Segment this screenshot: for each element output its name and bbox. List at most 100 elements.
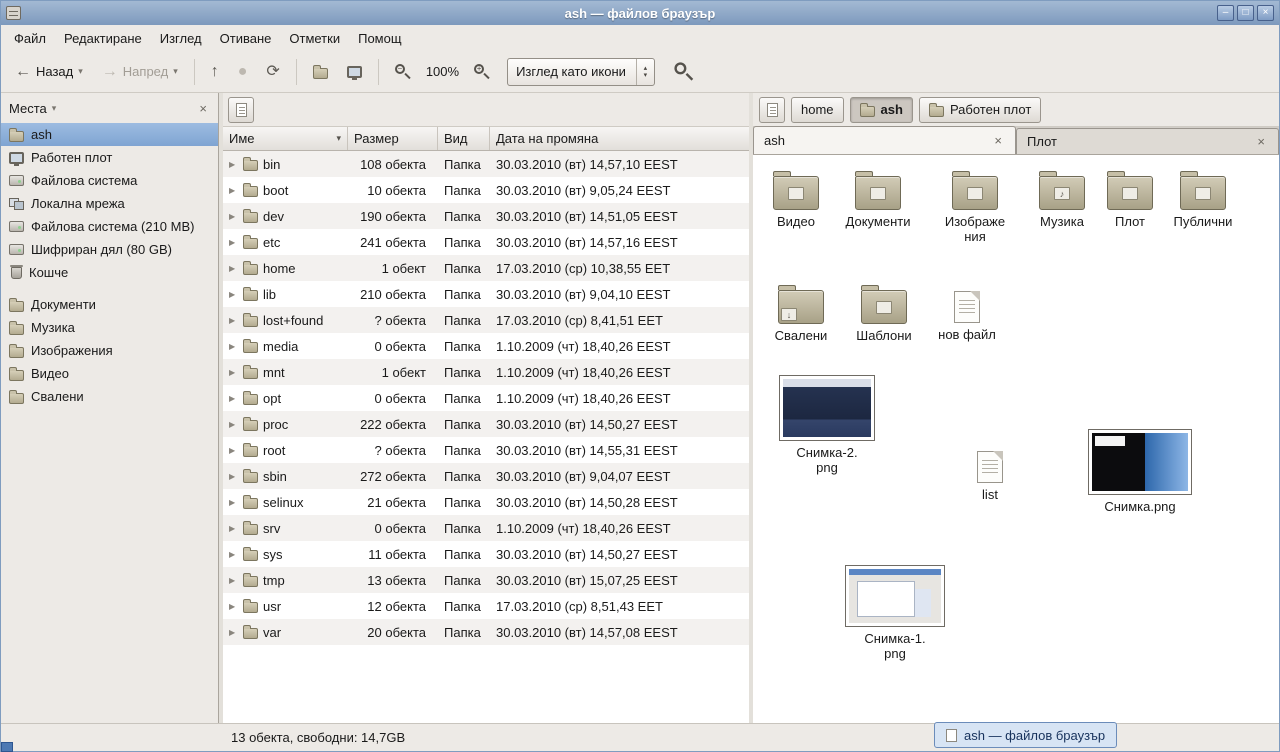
expander-icon[interactable]: ▶ <box>229 394 238 403</box>
expander-icon[interactable]: ▶ <box>229 212 238 221</box>
menu-view[interactable]: Изглед <box>151 28 211 49</box>
close-button[interactable]: × <box>1257 5 1274 21</box>
table-row-root[interactable]: ▶root ? обекта Папка 30.03.2010 (вт) 14,… <box>223 437 749 463</box>
table-row-sbin[interactable]: ▶sbin 272 обекта Папка 30.03.2010 (вт) 9… <box>223 463 749 489</box>
back-button[interactable]: ← Назад ▾ <box>7 56 91 88</box>
view-mode-select[interactable]: Изглед като икони ▴▾ <box>507 58 655 86</box>
sidebar-item-desktop[interactable]: Работен плот <box>1 146 218 169</box>
expander-icon[interactable]: ▶ <box>229 550 238 559</box>
table-row-selinux[interactable]: ▶selinux 21 обекта Папка 30.03.2010 (вт)… <box>223 489 749 515</box>
location-toggle-button[interactable] <box>228 97 254 123</box>
sidebar-item-documents[interactable]: Документи <box>1 293 218 316</box>
sidebar-title[interactable]: Места <box>9 101 47 116</box>
column-header-size[interactable]: Размер <box>348 127 438 150</box>
minimize-button[interactable]: – <box>1217 5 1234 21</box>
sidebar-item-trash[interactable]: Кошче <box>1 261 218 284</box>
sidebar-item-filesystem-210mb[interactable]: Файлова система (210 MB) <box>1 215 218 238</box>
sidebar-close-icon[interactable]: × <box>196 101 210 116</box>
up-button[interactable]: ↑ <box>203 56 227 88</box>
expander-icon[interactable]: ▶ <box>229 628 238 637</box>
table-row-etc[interactable]: ▶etc 241 обекта Папка 30.03.2010 (вт) 14… <box>223 229 749 255</box>
breadcrumb-home[interactable]: home <box>791 97 844 123</box>
menu-edit[interactable]: Редактиране <box>55 28 151 49</box>
tab-close-icon[interactable]: × <box>1254 134 1268 149</box>
expander-icon[interactable]: ▶ <box>229 342 238 351</box>
file-snimka-1[interactable]: Снимка-1.png <box>844 565 946 661</box>
expander-icon[interactable]: ▶ <box>229 420 238 429</box>
expander-icon[interactable]: ▶ <box>229 498 238 507</box>
file-snimka-2[interactable]: Снимка-2.png <box>777 375 877 475</box>
sidebar-item-pictures[interactable]: Изображения <box>1 339 218 362</box>
table-row-mnt[interactable]: ▶mnt 1 обект Папка 1.10.2009 (чт) 18,40,… <box>223 359 749 385</box>
folder-video[interactable]: Видео <box>753 169 839 229</box>
sidebar-dropdown-icon[interactable]: ▾ <box>52 103 57 114</box>
menu-file[interactable]: Файл <box>5 28 55 49</box>
table-row-sys[interactable]: ▶sys 11 обекта Папка 30.03.2010 (вт) 14,… <box>223 541 749 567</box>
table-row-tmp[interactable]: ▶tmp 13 обекта Папка 30.03.2010 (вт) 15,… <box>223 567 749 593</box>
file-snimka[interactable]: Снимка.png <box>1087 429 1193 514</box>
folder-documents[interactable]: Документи <box>835 169 921 229</box>
table-row-lib[interactable]: ▶lib 210 обекта Папка 30.03.2010 (вт) 9,… <box>223 281 749 307</box>
expander-icon[interactable]: ▶ <box>229 186 238 195</box>
tab-ash[interactable]: ash × <box>753 126 1016 154</box>
expander-icon[interactable]: ▶ <box>229 576 238 585</box>
zoom-in-button[interactable]: + <box>466 56 498 88</box>
folder-downloads[interactable]: ↓ Свалени <box>758 283 844 343</box>
back-dropdown-icon[interactable]: ▾ <box>78 66 83 77</box>
sidebar-item-network[interactable]: Локална мрежа <box>1 192 218 215</box>
breadcrumb-ash[interactable]: ash <box>850 97 913 123</box>
computer-button[interactable] <box>339 56 370 88</box>
menu-help[interactable]: Помощ <box>349 28 410 49</box>
expander-icon[interactable]: ▶ <box>229 264 238 273</box>
sidebar-item-music[interactable]: Музика <box>1 316 218 339</box>
expander-icon[interactable]: ▶ <box>229 524 238 533</box>
zoom-out-button[interactable]: − <box>387 56 419 88</box>
sidebar-item-video[interactable]: Видео <box>1 362 218 385</box>
stop-button[interactable]: ● <box>230 56 256 88</box>
panel-corner-icon[interactable] <box>1 742 13 752</box>
taskbar-window-button[interactable]: ash — файлов браузър <box>934 722 1117 748</box>
sidebar-item-downloads[interactable]: Свалени <box>1 385 218 408</box>
expander-icon[interactable]: ▶ <box>229 238 238 247</box>
column-header-date[interactable]: Дата на промяна <box>490 127 749 150</box>
table-row-dev[interactable]: ▶dev 190 обекта Папка 30.03.2010 (вт) 14… <box>223 203 749 229</box>
table-row-lost-found[interactable]: ▶lost+found ? обекта Папка 17.03.2010 (с… <box>223 307 749 333</box>
titlebar[interactable]: ash — файлов браузър – □ × <box>1 1 1279 25</box>
file-list[interactable]: list <box>947 443 1033 502</box>
expander-icon[interactable]: ▶ <box>229 316 238 325</box>
table-row-opt[interactable]: ▶opt 0 обекта Папка 1.10.2009 (чт) 18,40… <box>223 385 749 411</box>
sidebar-item-ash[interactable]: ash <box>1 123 218 146</box>
expander-icon[interactable]: ▶ <box>229 160 238 169</box>
forward-button[interactable]: → Напред ▾ <box>94 56 186 88</box>
maximize-button[interactable]: □ <box>1237 5 1254 21</box>
expander-icon[interactable]: ▶ <box>229 602 238 611</box>
expander-icon[interactable]: ▶ <box>229 290 238 299</box>
tab-plot[interactable]: Плот × <box>1016 128 1279 154</box>
folder-public[interactable]: Публични <box>1160 169 1246 229</box>
table-row-bin[interactable]: ▶bin 108 обекта Папка 30.03.2010 (вт) 14… <box>223 151 749 177</box>
location-toggle-button[interactable] <box>759 97 785 123</box>
table-row-media[interactable]: ▶media 0 обекта Папка 1.10.2009 (чт) 18,… <box>223 333 749 359</box>
search-button[interactable] <box>668 56 700 88</box>
column-header-name[interactable]: Име ▾ <box>223 127 348 150</box>
menu-bookmarks[interactable]: Отметки <box>280 28 349 49</box>
breadcrumb-desktop[interactable]: Работен плот <box>919 97 1041 123</box>
file-new-file[interactable]: нов файл <box>924 283 1010 342</box>
home-button[interactable] <box>305 56 336 88</box>
column-header-type[interactable]: Вид <box>438 127 490 150</box>
sidebar-item-encrypted[interactable]: Шифриран дял (80 GB) <box>1 238 218 261</box>
sidebar-item-filesystem[interactable]: Файлова система <box>1 169 218 192</box>
table-row-var[interactable]: ▶var 20 обекта Папка 30.03.2010 (вт) 14,… <box>223 619 749 645</box>
expander-icon[interactable]: ▶ <box>229 446 238 455</box>
table-row-srv[interactable]: ▶srv 0 обекта Папка 1.10.2009 (чт) 18,40… <box>223 515 749 541</box>
table-row-usr[interactable]: ▶usr 12 обекта Папка 17.03.2010 (ср) 8,5… <box>223 593 749 619</box>
folder-templates[interactable]: Шаблони <box>841 283 927 343</box>
table-row-boot[interactable]: ▶boot 10 обекта Папка 30.03.2010 (вт) 9,… <box>223 177 749 203</box>
expander-icon[interactable]: ▶ <box>229 368 238 377</box>
menu-go[interactable]: Отиване <box>211 28 281 49</box>
reload-button[interactable]: ⟳ <box>258 56 287 88</box>
table-row-proc[interactable]: ▶proc 222 обекта Папка 30.03.2010 (вт) 1… <box>223 411 749 437</box>
table-row-home[interactable]: ▶home 1 обект Папка 17.03.2010 (ср) 10,3… <box>223 255 749 281</box>
expander-icon[interactable]: ▶ <box>229 472 238 481</box>
tab-close-icon[interactable]: × <box>991 133 1005 148</box>
